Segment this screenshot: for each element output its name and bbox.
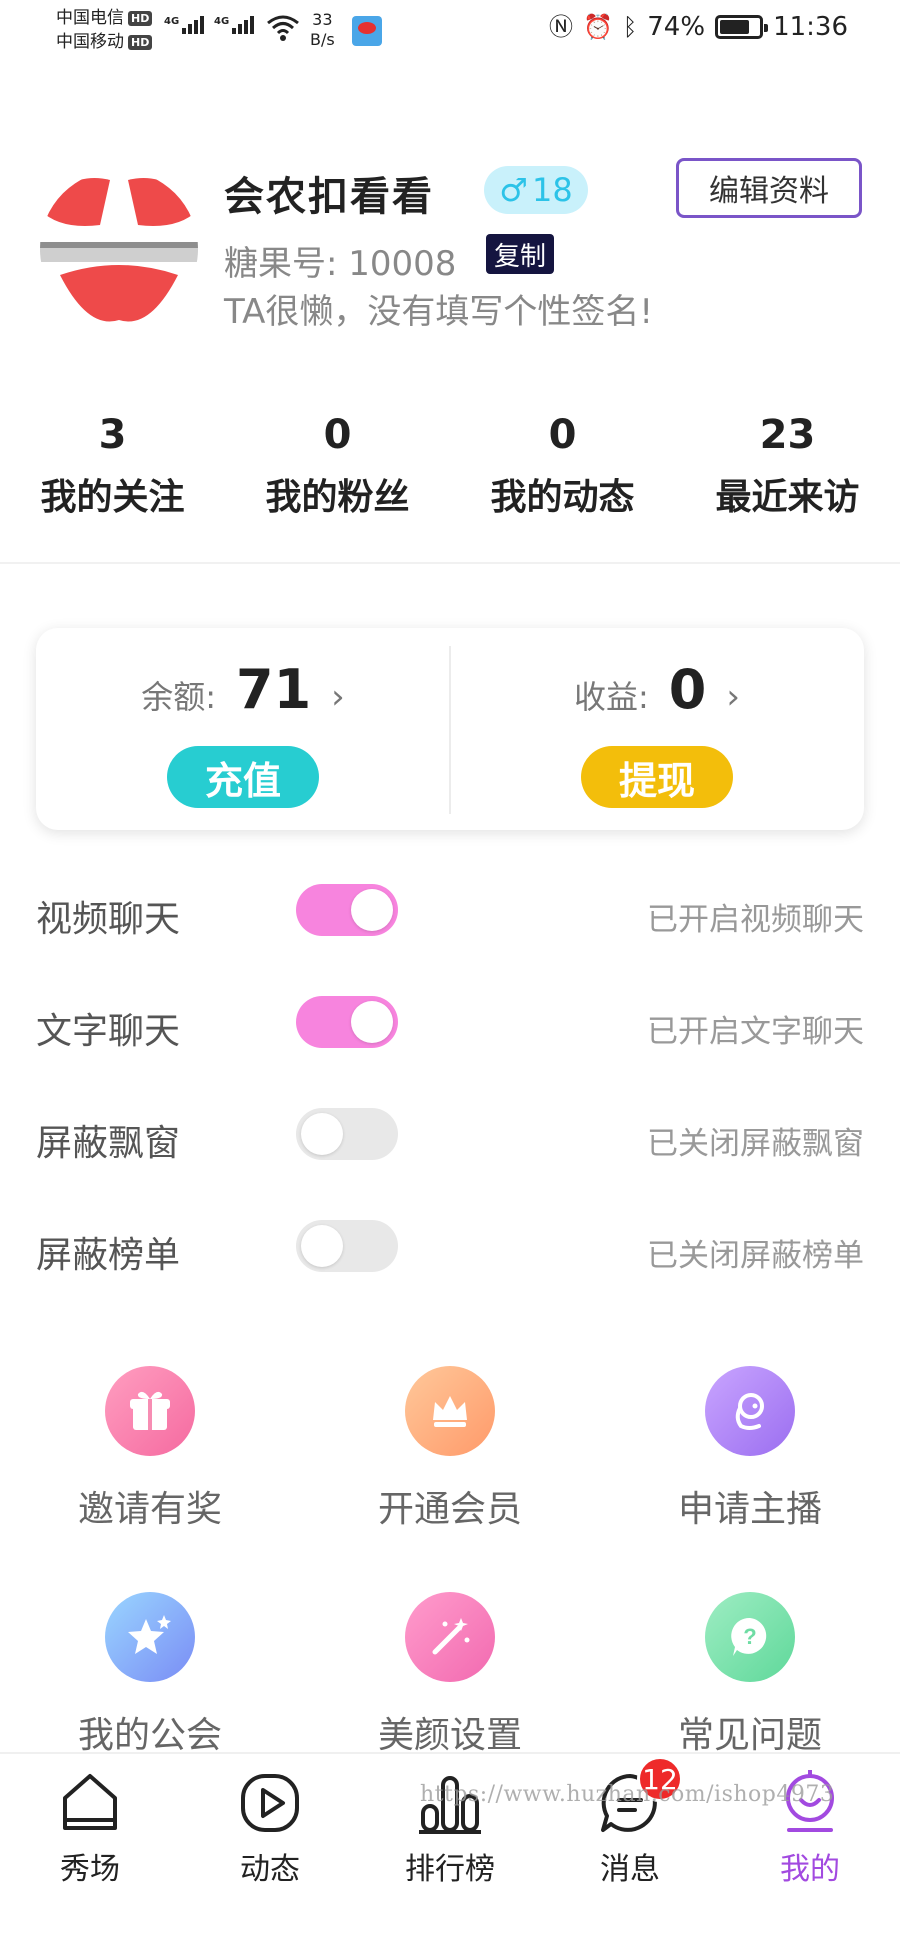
signature: TA很懒，没有填写个性签名! — [224, 292, 654, 332]
question-icon: ? — [705, 1592, 795, 1682]
earnings-label: 收益: — [574, 678, 649, 716]
balance-label: 余额: — [141, 678, 217, 716]
grid-label: 我的公会 — [77, 1715, 222, 1756]
earnings-value: 0 — [668, 658, 707, 721]
withdraw-button[interactable]: 提现 — [581, 746, 733, 808]
battery-icon — [715, 15, 769, 39]
avatar-image — [40, 178, 198, 322]
carrier-info: 中国电信 HD 中国移动 HD — [56, 6, 153, 54]
nfc-icon: Ⓝ — [548, 13, 573, 41]
watermark: https://www.huzhan.com/ishop4973 — [420, 1782, 835, 1807]
status-bar: 中国电信 HD 中国移动 HD 4G 4G 33 B/s Ⓝ ⏰ ᛒ 74% 11:… — [0, 0, 900, 64]
stat-following[interactable]: 3 我的关注 — [0, 408, 225, 528]
magic-wand-icon — [405, 1592, 495, 1682]
stat-label: 我的动态 — [490, 477, 635, 518]
wifi-icon — [267, 15, 299, 41]
toggle-label: 屏蔽榜单 — [36, 1235, 181, 1276]
grid-label: 申请主播 — [677, 1489, 822, 1530]
star-icon — [105, 1592, 195, 1682]
grid-label: 开通会员 — [377, 1489, 522, 1530]
gender-age-badge: ♂ 18 — [484, 166, 588, 214]
status-right: Ⓝ ⏰ ᛒ 74% 11:36 — [549, 12, 848, 42]
stat-value: 3 — [98, 412, 127, 458]
tab-label: 消息 — [600, 1852, 660, 1887]
toggle-status: 已开启文字聊天 — [647, 1014, 864, 1050]
divider — [0, 562, 900, 564]
tab-label: 排行榜 — [405, 1852, 495, 1887]
chevron-right-icon[interactable]: › — [726, 677, 740, 717]
gift-icon — [105, 1366, 195, 1456]
stats-row: 3 我的关注 0 我的粉丝 0 我的动态 23 最近来访 — [0, 408, 900, 528]
stat-value: 0 — [323, 412, 352, 458]
play-icon — [235, 1768, 305, 1838]
chevron-right-icon[interactable]: › — [331, 677, 345, 717]
grid-invite[interactable]: 邀请有奖 — [0, 1366, 300, 1546]
grid-label: 常见问题 — [677, 1715, 822, 1756]
tab-label: 我的 — [780, 1852, 840, 1887]
app-notification-icon — [352, 16, 382, 46]
toggle-status: 已关闭屏蔽飘窗 — [647, 1126, 864, 1162]
balance-section[interactable]: 余额: 71 › 充值 — [36, 628, 450, 830]
stat-label: 我的粉丝 — [265, 477, 410, 518]
age: 18 — [531, 171, 573, 209]
stat-value: 23 — [759, 412, 816, 458]
crown-icon — [405, 1366, 495, 1456]
stat-label: 最近来访 — [715, 477, 860, 518]
toggle-video-chat: 视频聊天 已开启视频聊天 — [36, 880, 864, 940]
edit-profile-button[interactable]: 编辑资料 — [676, 158, 862, 218]
hd-badge: HD — [128, 10, 153, 26]
toggle-label: 视频聊天 — [36, 899, 181, 940]
user-id: 糖果号: 10008 — [224, 244, 457, 284]
video-chat-switch[interactable] — [296, 884, 398, 936]
bluetooth-icon: ᛒ — [622, 13, 638, 41]
tab-moments[interactable]: 动态 — [180, 1768, 360, 1898]
stat-visitors[interactable]: 23 最近来访 — [675, 408, 900, 528]
stat-label: 我的关注 — [40, 477, 185, 518]
tab-label: 秀场 — [60, 1852, 120, 1887]
carrier-1: 中国电信 — [56, 8, 124, 28]
recharge-button[interactable]: 充值 — [167, 746, 319, 808]
svg-text:?: ? — [743, 1624, 756, 1649]
toggle-label: 文字聊天 — [36, 1011, 181, 1052]
grid-faq[interactable]: ? 常见问题 — [600, 1592, 900, 1772]
earnings-section[interactable]: 收益: 0 › 提现 — [450, 628, 864, 830]
anchor-icon — [705, 1366, 795, 1456]
clock: 11:36 — [773, 12, 848, 42]
carrier-2: 中国移动 — [56, 32, 124, 52]
stat-fans[interactable]: 0 我的粉丝 — [225, 408, 450, 528]
hd-badge: HD — [128, 34, 153, 50]
balance-value: 71 — [236, 658, 312, 721]
stat-value: 0 — [548, 412, 577, 458]
network-speed: 33 B/s — [310, 10, 335, 49]
tab-label: 动态 — [240, 1852, 300, 1887]
home-icon — [55, 1768, 125, 1838]
stat-posts[interactable]: 0 我的动态 — [450, 408, 675, 528]
wallet-card: 余额: 71 › 充值 收益: 0 › 提现 — [36, 628, 864, 830]
toggle-status: 已关闭屏蔽榜单 — [647, 1238, 864, 1274]
grid-beauty-settings[interactable]: 美颜设置 — [300, 1592, 600, 1772]
tab-show[interactable]: 秀场 — [0, 1768, 180, 1898]
nickname: 会农扣看看 — [224, 174, 434, 220]
block-popup-switch[interactable] — [296, 1108, 398, 1160]
grid-label: 美颜设置 — [377, 1715, 522, 1756]
copy-id-button[interactable]: 复制 — [486, 234, 554, 274]
avatar[interactable] — [40, 170, 198, 328]
toggle-label: 屏蔽飘窗 — [36, 1123, 181, 1164]
signal-icon: 4G — [214, 16, 255, 34]
grid-membership[interactable]: 开通会员 — [300, 1366, 600, 1546]
grid-my-guild[interactable]: 我的公会 — [0, 1592, 300, 1772]
male-icon: ♂ — [499, 171, 528, 209]
grid-apply-anchor[interactable]: 申请主播 — [600, 1366, 900, 1546]
signal-icon: 4G — [164, 16, 205, 34]
battery-percent: 74% — [647, 12, 706, 42]
block-ranking-switch[interactable] — [296, 1220, 398, 1272]
toggle-block-popup: 屏蔽飘窗 已关闭屏蔽飘窗 — [36, 1104, 864, 1164]
toggle-block-ranking: 屏蔽榜单 已关闭屏蔽榜单 — [36, 1216, 864, 1276]
toggle-status: 已开启视频聊天 — [647, 902, 864, 938]
toggle-text-chat: 文字聊天 已开启文字聊天 — [36, 992, 864, 1052]
grid-label: 邀请有奖 — [77, 1489, 222, 1530]
text-chat-switch[interactable] — [296, 996, 398, 1048]
alarm-icon: ⏰ — [582, 13, 613, 41]
